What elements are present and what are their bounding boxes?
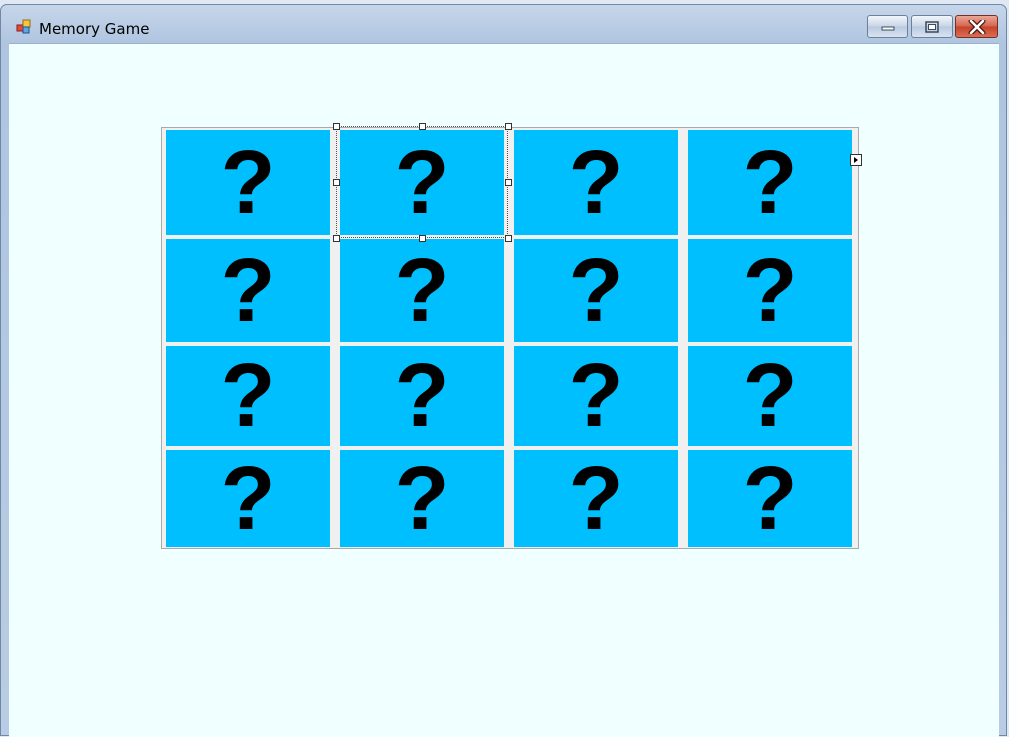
card-r4-c3[interactable]: ? [514,450,678,547]
window-title: Memory Game [39,20,150,38]
resize-handle[interactable] [505,123,512,130]
minimize-icon [881,26,894,30]
resize-handle[interactable] [333,235,340,242]
title-bar[interactable]: Memory Game [1,5,1006,43]
card-r2-c2[interactable]: ? [340,239,504,342]
form-client-area: ???????????????? [9,43,999,737]
card-r3-c4[interactable]: ? [688,346,852,446]
resize-handle[interactable] [505,235,512,242]
card-r3-c2[interactable]: ? [340,346,504,446]
card-r3-c1[interactable]: ? [166,346,330,446]
card-r1-c2[interactable]: ? [340,130,504,235]
resize-handle[interactable] [505,179,512,186]
close-button[interactable] [955,15,998,38]
card-r2-c4[interactable]: ? [688,239,852,342]
card-r4-c4[interactable]: ? [688,450,852,547]
card-r3-c3[interactable]: ? [514,346,678,446]
app-icon [16,19,31,34]
maximize-icon [925,20,939,33]
smart-tag-button[interactable] [850,154,862,166]
minimize-button[interactable] [867,15,908,38]
card-r1-c4[interactable]: ? [688,130,852,235]
maximize-button[interactable] [911,15,953,38]
card-r4-c2[interactable]: ? [340,450,504,547]
card-r2-c1[interactable]: ? [166,239,330,342]
card-r1-c1[interactable]: ? [166,130,330,235]
card-grid: ???????????????? [161,123,859,549]
card-r2-c3[interactable]: ? [514,239,678,342]
smart-tag-arrow-icon [854,157,858,163]
app-window: Memory Game ???????????????? [0,4,1007,737]
resize-handle[interactable] [333,123,340,130]
resize-handle[interactable] [333,179,340,186]
close-icon [968,19,985,34]
resize-handle[interactable] [419,123,426,130]
card-r4-c1[interactable]: ? [166,450,330,547]
card-r1-c3[interactable]: ? [514,130,678,235]
